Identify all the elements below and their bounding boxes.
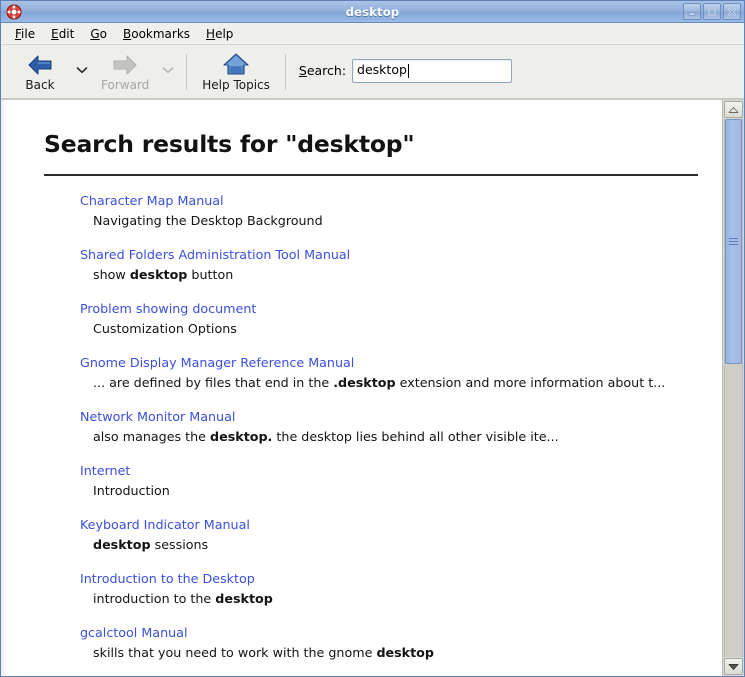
search-result-snippet: Introduction [93, 483, 170, 498]
back-label: Back [25, 78, 55, 92]
window-title: desktop [345, 4, 400, 19]
search-result-item: Keyboard Indicator Manual desktop session… [80, 514, 702, 552]
search-result-snippet: also manages the desktop. the desktop li… [93, 429, 559, 444]
scroll-up-button[interactable] [724, 101, 743, 118]
search-result-snippet: skills that you need to work with the gn… [93, 645, 434, 660]
back-dropdown-button[interactable] [71, 47, 93, 97]
search-result-snippet: ... are defined by files that end in the… [93, 375, 666, 390]
search-result-item: Introduction to the Desktop introduction … [80, 568, 702, 606]
forward-button[interactable]: Forward [93, 49, 157, 94]
search-input-value: desktop [357, 62, 407, 78]
content-row: Search results for "desktop" Character M… [1, 99, 744, 676]
vertical-scrollbar[interactable] [722, 100, 744, 676]
titlebar[interactable]: desktop [1, 1, 744, 23]
search-result-snippet: Customization Options [93, 321, 237, 336]
search-result-item: Internet Introduction [80, 460, 702, 498]
document-view: Search results for "desktop" Character M… [1, 100, 722, 676]
menu-help[interactable]: Help [198, 25, 241, 43]
search-result-item: gcalctool Manual skills that you need to … [80, 622, 702, 660]
search-result-snippet: show desktop button [93, 267, 234, 282]
search-result-link[interactable]: Internet [80, 463, 130, 478]
help-topics-label: Help Topics [202, 78, 270, 92]
help-topics-button[interactable]: Help Topics [194, 49, 278, 94]
scrollbar-track[interactable] [724, 119, 743, 657]
scroll-down-button[interactable] [724, 658, 743, 675]
title-divider [44, 174, 698, 176]
back-button[interactable]: Back [9, 49, 71, 94]
toolbar-separator [186, 53, 188, 90]
lifesaver-help-icon [6, 4, 22, 20]
scroll-down-icon [728, 663, 739, 670]
scroll-up-icon [728, 106, 739, 113]
toolbar: Back Forward Help Topics Search: desktop [1, 45, 744, 99]
search-results-list: Character Map Manual Navigating the Deskt… [42, 190, 702, 660]
search-result-snippet: desktop sessions [93, 537, 209, 552]
search-result-snippet: introduction to the desktop [93, 591, 273, 606]
search-result-item: Problem showing document Customization Op… [80, 298, 702, 336]
search-result-link[interactable]: Gnome Display Manager Reference Manual [80, 355, 354, 370]
search-result-link[interactable]: gcalctool Manual [80, 625, 187, 640]
search-result-link[interactable]: Introduction to the Desktop [80, 571, 255, 586]
search-input[interactable]: desktop [352, 58, 513, 83]
search-result-item: Network Monitor Manual also manages the d… [80, 406, 702, 444]
forward-dropdown-button [157, 47, 179, 97]
menubar: File Edit Go Bookmarks Help [1, 23, 744, 45]
search-result-link[interactable]: Character Map Manual [80, 193, 224, 208]
search-result-item: Character Map Manual Navigating the Deskt… [80, 190, 702, 228]
search-result-link[interactable]: Network Monitor Manual [80, 409, 235, 424]
minimize-button[interactable] [683, 3, 701, 20]
forward-label: Forward [101, 78, 150, 92]
page-title: Search results for "desktop" [44, 130, 415, 158]
chevron-down-icon [76, 66, 88, 73]
menu-bookmarks[interactable]: Bookmarks [115, 25, 198, 43]
chevron-down-icon [162, 66, 174, 73]
help-browser-window: desktop File Edit Go Bookmarks Help Back… [0, 0, 745, 677]
search-result-link[interactable]: Shared Folders Administration Tool Manua… [80, 247, 350, 262]
window-controls [683, 3, 741, 20]
home-house-icon [222, 51, 250, 77]
back-arrow-icon [27, 51, 53, 77]
search-label: Search: [298, 63, 347, 78]
scrollbar-grip [729, 236, 738, 247]
menu-edit[interactable]: Edit [43, 25, 82, 43]
search-area: Search: desktop [298, 58, 513, 85]
scrollbar-thumb[interactable] [725, 119, 742, 364]
maximize-button[interactable] [703, 3, 721, 20]
search-result-link[interactable]: Problem showing document [80, 301, 256, 316]
toolbar-separator-2 [284, 53, 286, 90]
menu-go[interactable]: Go [82, 25, 115, 43]
search-result-link[interactable]: Keyboard Indicator Manual [80, 517, 250, 532]
search-result-item: Shared Folders Administration Tool Manua… [80, 244, 702, 282]
forward-arrow-icon [112, 51, 138, 77]
close-button[interactable] [723, 3, 741, 20]
text-caret [407, 63, 409, 78]
menu-file[interactable]: File [7, 25, 43, 43]
search-result-snippet: Navigating the Desktop Background [93, 213, 323, 228]
search-result-item: Gnome Display Manager Reference Manual..… [80, 352, 702, 390]
